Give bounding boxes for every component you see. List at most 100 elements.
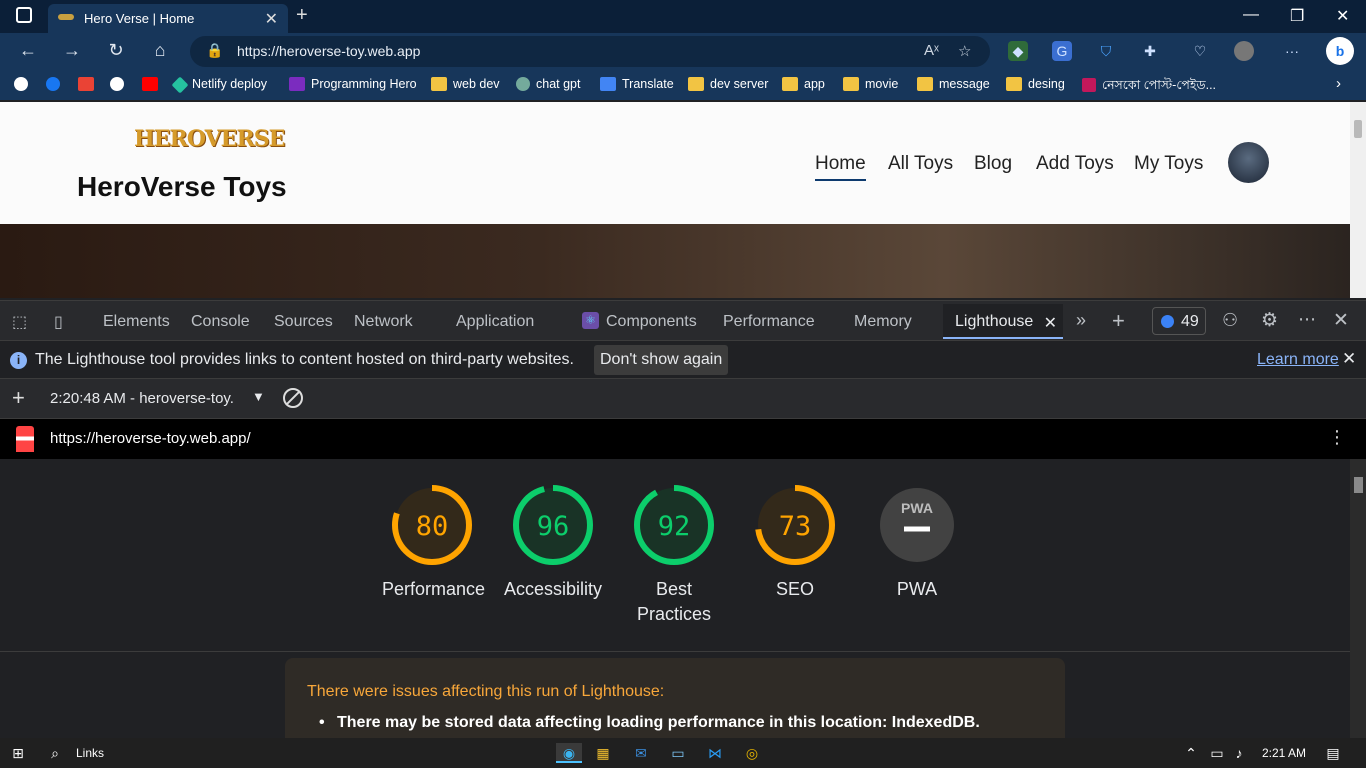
gauge-pwa[interactable]: PWA PWA	[867, 483, 967, 602]
bookmark-folder-movie[interactable]: movie	[843, 77, 898, 91]
show-hidden-icons-icon[interactable]: ⌃	[1180, 743, 1202, 763]
scrollbar-thumb[interactable]	[1354, 120, 1362, 138]
nav-my-toys[interactable]: My Toys	[1134, 153, 1203, 175]
bookmark-nesco[interactable]: নেসকো পোস্ট-পেইড...	[1082, 77, 1216, 97]
scrollbar-thumb[interactable]	[1354, 477, 1363, 493]
google-bookmark-icon[interactable]	[14, 77, 34, 91]
refresh-icon[interactable]: ↻	[104, 40, 128, 61]
nav-home[interactable]: Home	[815, 153, 866, 181]
forward-icon[interactable]: →	[60, 40, 84, 61]
tab-network[interactable]: Network	[354, 313, 413, 331]
windows-start-icon[interactable]: ⊞	[7, 743, 29, 763]
page-scrollbar[interactable]	[1350, 102, 1366, 298]
tab-sources[interactable]: Sources	[274, 313, 333, 331]
tab-components[interactable]: Components	[606, 313, 697, 331]
shield-extension-icon[interactable]: ⛉	[1096, 41, 1116, 61]
taskbar-search-label[interactable]: Links	[76, 746, 104, 760]
gmail-bookmark-icon[interactable]	[78, 77, 100, 91]
bookmark-programming-hero[interactable]: Programming Hero	[289, 77, 417, 91]
favorite-star-icon[interactable]: ☆	[958, 42, 971, 60]
nav-all-toys[interactable]: All Toys	[888, 153, 953, 175]
back-icon[interactable]: ←	[16, 40, 40, 61]
chrome-taskbar-icon[interactable]: ◎	[741, 743, 763, 763]
window-close-icon[interactable]: ✕	[1336, 6, 1349, 26]
close-tab-icon[interactable]: ✕	[1044, 313, 1057, 333]
bookmarks-overflow-icon[interactable]: ›	[1336, 75, 1341, 92]
issues-counter[interactable]: 49	[1152, 307, 1206, 335]
facebook-bookmark-icon[interactable]	[46, 77, 66, 91]
bookmark-folder-web-dev[interactable]: web dev	[431, 77, 500, 91]
customize-icon[interactable]: ⚇	[1222, 310, 1238, 331]
site-logo[interactable]: HEROVERSE	[134, 126, 285, 152]
clear-reports-icon[interactable]	[283, 388, 303, 408]
device-toolbar-icon[interactable]: ▯	[54, 312, 63, 332]
tab-memory[interactable]: Memory	[854, 313, 912, 331]
github-bookmark-icon[interactable]	[110, 77, 130, 91]
inspect-element-icon[interactable]: ⬚	[12, 312, 27, 332]
new-report-icon[interactable]: +	[12, 385, 25, 411]
report-url[interactable]: https://heroverse-toy.web.app/	[50, 430, 251, 447]
store-taskbar-icon[interactable]: ▦	[592, 743, 614, 763]
close-infobar-icon[interactable]: ✕	[1342, 349, 1356, 369]
bookmark-folder-app[interactable]: app	[782, 77, 825, 91]
profile-avatar-icon[interactable]	[1234, 41, 1254, 61]
more-menu-icon[interactable]: ···	[1282, 41, 1302, 61]
home-icon[interactable]: ⌂	[148, 40, 172, 61]
extensions-puzzle-icon[interactable]: ✚	[1140, 41, 1160, 61]
volume-icon[interactable]: ♪	[1228, 743, 1250, 763]
bookmark-folder-message[interactable]: message	[917, 77, 990, 91]
report-select[interactable]: 2:20:48 AM - heroverse-toy.​	[50, 390, 266, 407]
notifications-icon[interactable]: ▤	[1322, 743, 1344, 763]
network-icon[interactable]: ▭	[1206, 743, 1228, 763]
clear-slash	[285, 390, 301, 406]
extension-icon[interactable]: ◆	[1008, 41, 1028, 61]
close-devtools-icon[interactable]: ✕	[1333, 309, 1349, 332]
bookmark-folder-desing[interactable]: desing	[1006, 77, 1065, 91]
tab-lighthouse[interactable]: Lighthouse ✕	[943, 304, 1063, 339]
taskbar-clock[interactable]: 2:21 AM	[1262, 746, 1306, 760]
more-options-icon[interactable]: ⋯	[1298, 309, 1316, 330]
report-scrollbar[interactable]	[1350, 459, 1366, 738]
bookmark-netlify[interactable]: Netlify deploy	[171, 76, 267, 94]
tab-performance[interactable]: Performance	[723, 313, 815, 331]
tab-application[interactable]: Application	[456, 313, 534, 331]
settings-gear-icon[interactable]: ⚙	[1261, 309, 1278, 332]
mail-taskbar-icon[interactable]: ✉	[630, 743, 652, 763]
nav-blog[interactable]: Blog	[974, 153, 1012, 175]
minimize-icon[interactable]: —	[1243, 6, 1259, 24]
dont-show-again-button[interactable]: Don't show again	[594, 345, 729, 375]
tab-actions-icon[interactable]	[16, 7, 32, 23]
new-tab-icon[interactable]: +	[296, 4, 308, 27]
user-avatar[interactable]	[1228, 142, 1269, 183]
read-aloud-icon[interactable]: Aˣ	[924, 42, 939, 59]
add-tool-icon[interactable]: +	[1112, 308, 1125, 334]
bookmark-chat-gpt[interactable]: chat gpt	[516, 77, 580, 91]
more-tabs-icon[interactable]: »	[1076, 310, 1086, 331]
edge-taskbar-icon[interactable]: ◉	[556, 743, 582, 763]
tab-elements[interactable]: Elements	[103, 313, 170, 331]
bookmark-folder-dev-server[interactable]: dev server	[688, 77, 768, 91]
learn-more-link[interactable]: Learn more	[1257, 351, 1339, 369]
gauge-best-practices[interactable]: 92 Best Practices	[624, 483, 724, 627]
bookmark-translate[interactable]: Translate	[600, 77, 674, 91]
close-tab-icon[interactable]: ✕	[265, 9, 278, 29]
pc-taskbar-icon[interactable]: ▭	[667, 743, 689, 763]
report-menu-icon[interactable]: ⋮	[1328, 427, 1346, 448]
vscode-taskbar-icon[interactable]: ⋈	[704, 743, 726, 763]
bookmarks-bar: Netlify deploy Programming Hero web dev …	[0, 70, 1366, 100]
browser-essentials-icon[interactable]: ♡	[1190, 41, 1210, 61]
lock-icon[interactable]: 🔒	[206, 42, 223, 59]
restore-icon[interactable]: ❐	[1290, 6, 1304, 26]
youtube-bookmark-icon[interactable]	[142, 77, 164, 91]
nav-add-toys[interactable]: Add Toys	[1036, 153, 1114, 175]
dropdown-arrow-icon[interactable]: ▼	[252, 389, 265, 404]
translate-extension-icon[interactable]: G	[1052, 41, 1072, 61]
gauge-accessibility[interactable]: 96 Accessibility	[503, 483, 603, 602]
gauge-performance[interactable]: 80 Performance	[382, 483, 485, 602]
tab-console[interactable]: Console	[191, 313, 250, 331]
gauge-seo[interactable]: 73 SEO	[745, 483, 845, 602]
bing-icon[interactable]: b	[1326, 37, 1354, 65]
address-input[interactable]: 🔒 https://heroverse-toy.web.app Aˣ ☆	[190, 36, 990, 67]
search-icon[interactable]: ⌕	[44, 743, 66, 763]
browser-tab[interactable]: Hero Verse | Home ✕	[48, 4, 288, 33]
